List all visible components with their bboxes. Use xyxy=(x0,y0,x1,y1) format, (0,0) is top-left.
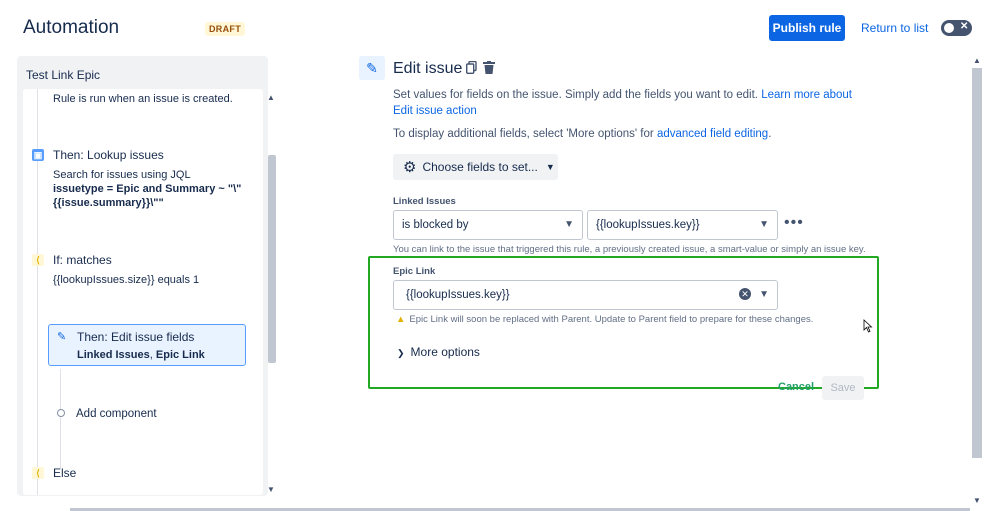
toggle-off-icon: ✕ xyxy=(960,21,969,32)
lookup-step-jql-2: {{issue.summary}}\"" xyxy=(53,197,164,209)
rule-name[interactable]: Test Link Epic xyxy=(26,68,100,82)
scroll-up-arrow-icon[interactable]: ▲ xyxy=(973,56,981,65)
else-branch-icon: ⟨ xyxy=(32,467,44,479)
edit-pencil-icon: ✎ xyxy=(57,331,67,343)
delete-icon[interactable] xyxy=(483,61,495,74)
rule-enabled-toggle[interactable]: ✕ xyxy=(941,20,972,36)
chevron-down-icon: ▼ xyxy=(759,289,769,300)
epic-link-label: Epic Link xyxy=(393,266,436,277)
publish-rule-button[interactable]: Publish rule xyxy=(769,15,845,41)
linked-issue-value: {{lookupIssues.key}} xyxy=(596,219,700,231)
flow-line-branch xyxy=(60,369,61,469)
additional-fields-hint: To display additional fields, select 'Mo… xyxy=(393,128,772,140)
lookup-issues-icon: ▣ xyxy=(32,149,44,161)
choose-fields-button[interactable]: ⚙ Choose fields to set... ▼ xyxy=(393,154,558,180)
cancel-button[interactable]: Cancel xyxy=(778,381,814,393)
mouse-cursor-icon xyxy=(863,319,873,333)
link-type-select[interactable]: is blocked by ▼ xyxy=(393,210,583,240)
chevron-down-icon: ▼ xyxy=(545,162,555,172)
editor-title: Edit issue xyxy=(393,60,463,77)
edit-pencil-icon: ✎ xyxy=(359,56,385,80)
rule-list-scrollbar[interactable]: ▲ ▼ xyxy=(265,89,279,495)
condition-step-heading[interactable]: If: matches xyxy=(53,253,112,267)
rule-component-list: Rule is run when an issue is created. ▣ … xyxy=(23,89,263,495)
chevron-right-icon: ❯ xyxy=(397,348,405,358)
scroll-down-arrow-icon[interactable]: ▼ xyxy=(973,496,981,505)
condition-branch-icon: ⟨ xyxy=(32,254,44,266)
lookup-step-desc: Search for issues using JQL xyxy=(53,169,191,181)
more-actions-icon[interactable]: ••• xyxy=(784,214,804,232)
selected-step-heading: Then: Edit issue fields xyxy=(77,330,195,344)
advanced-field-editing-link[interactable]: advanced field editing xyxy=(657,128,768,140)
add-component-link[interactable]: Add component xyxy=(76,407,157,421)
editor-description: Set values for fields on the issue. Simp… xyxy=(393,89,853,117)
toggle-knob xyxy=(944,23,954,33)
scroll-down-arrow-icon[interactable]: ▼ xyxy=(267,485,275,494)
copy-icon[interactable] xyxy=(466,61,477,74)
more-options-toggle[interactable]: ❯ More options xyxy=(397,345,480,359)
save-button[interactable]: Save xyxy=(822,376,864,400)
warning-icon: ▲ xyxy=(396,314,406,325)
condition-step-desc: {{lookupIssues.size}} equals 1 xyxy=(53,274,200,286)
rule-panel: Test Link Epic Rule is run when an issue… xyxy=(17,56,276,496)
lookup-step-heading[interactable]: Then: Lookup issues xyxy=(53,148,164,162)
status-badge: DRAFT xyxy=(205,22,245,36)
add-component-dot xyxy=(57,409,65,417)
main-scrollbar[interactable]: ▲ ▼ xyxy=(970,56,984,511)
link-type-value: is blocked by xyxy=(402,219,469,231)
epic-link-value: {{lookupIssues.key}} xyxy=(406,289,510,301)
else-step-heading[interactable]: Else xyxy=(53,466,76,480)
linked-issues-helper-text: You can link to the issue that triggered… xyxy=(393,244,866,255)
page-title: Automation xyxy=(23,17,120,38)
gear-icon: ⚙ xyxy=(403,159,417,176)
selected-step-fields: Linked Issues, Epic Link xyxy=(77,349,205,361)
scroll-thumb[interactable] xyxy=(268,155,276,363)
linked-issue-value-select[interactable]: {{lookupIssues.key}} ▼ xyxy=(587,210,778,240)
chevron-down-icon: ▼ xyxy=(759,219,769,230)
lookup-step-jql: issuetype = Epic and Summary ~ "\" xyxy=(53,183,242,195)
clear-icon[interactable]: ✕ xyxy=(739,288,751,300)
linked-issues-label: Linked Issues xyxy=(393,196,456,207)
selected-step-edit-issue[interactable]: ✎ Then: Edit issue fields Linked Issues,… xyxy=(48,324,246,366)
scroll-up-arrow-icon[interactable]: ▲ xyxy=(267,93,275,102)
choose-fields-label: Choose fields to set... xyxy=(422,160,538,174)
chevron-down-icon: ▼ xyxy=(564,219,574,230)
trigger-description[interactable]: Rule is run when an issue is created. xyxy=(53,92,233,106)
epic-link-warning: ▲ Epic Link will soon be replaced with Pa… xyxy=(396,314,814,325)
return-to-list-link[interactable]: Return to list xyxy=(861,21,928,35)
main-scroll-thumb[interactable] xyxy=(972,68,982,458)
epic-link-select[interactable]: {{lookupIssues.key}} ✕ ▼ xyxy=(393,280,778,310)
